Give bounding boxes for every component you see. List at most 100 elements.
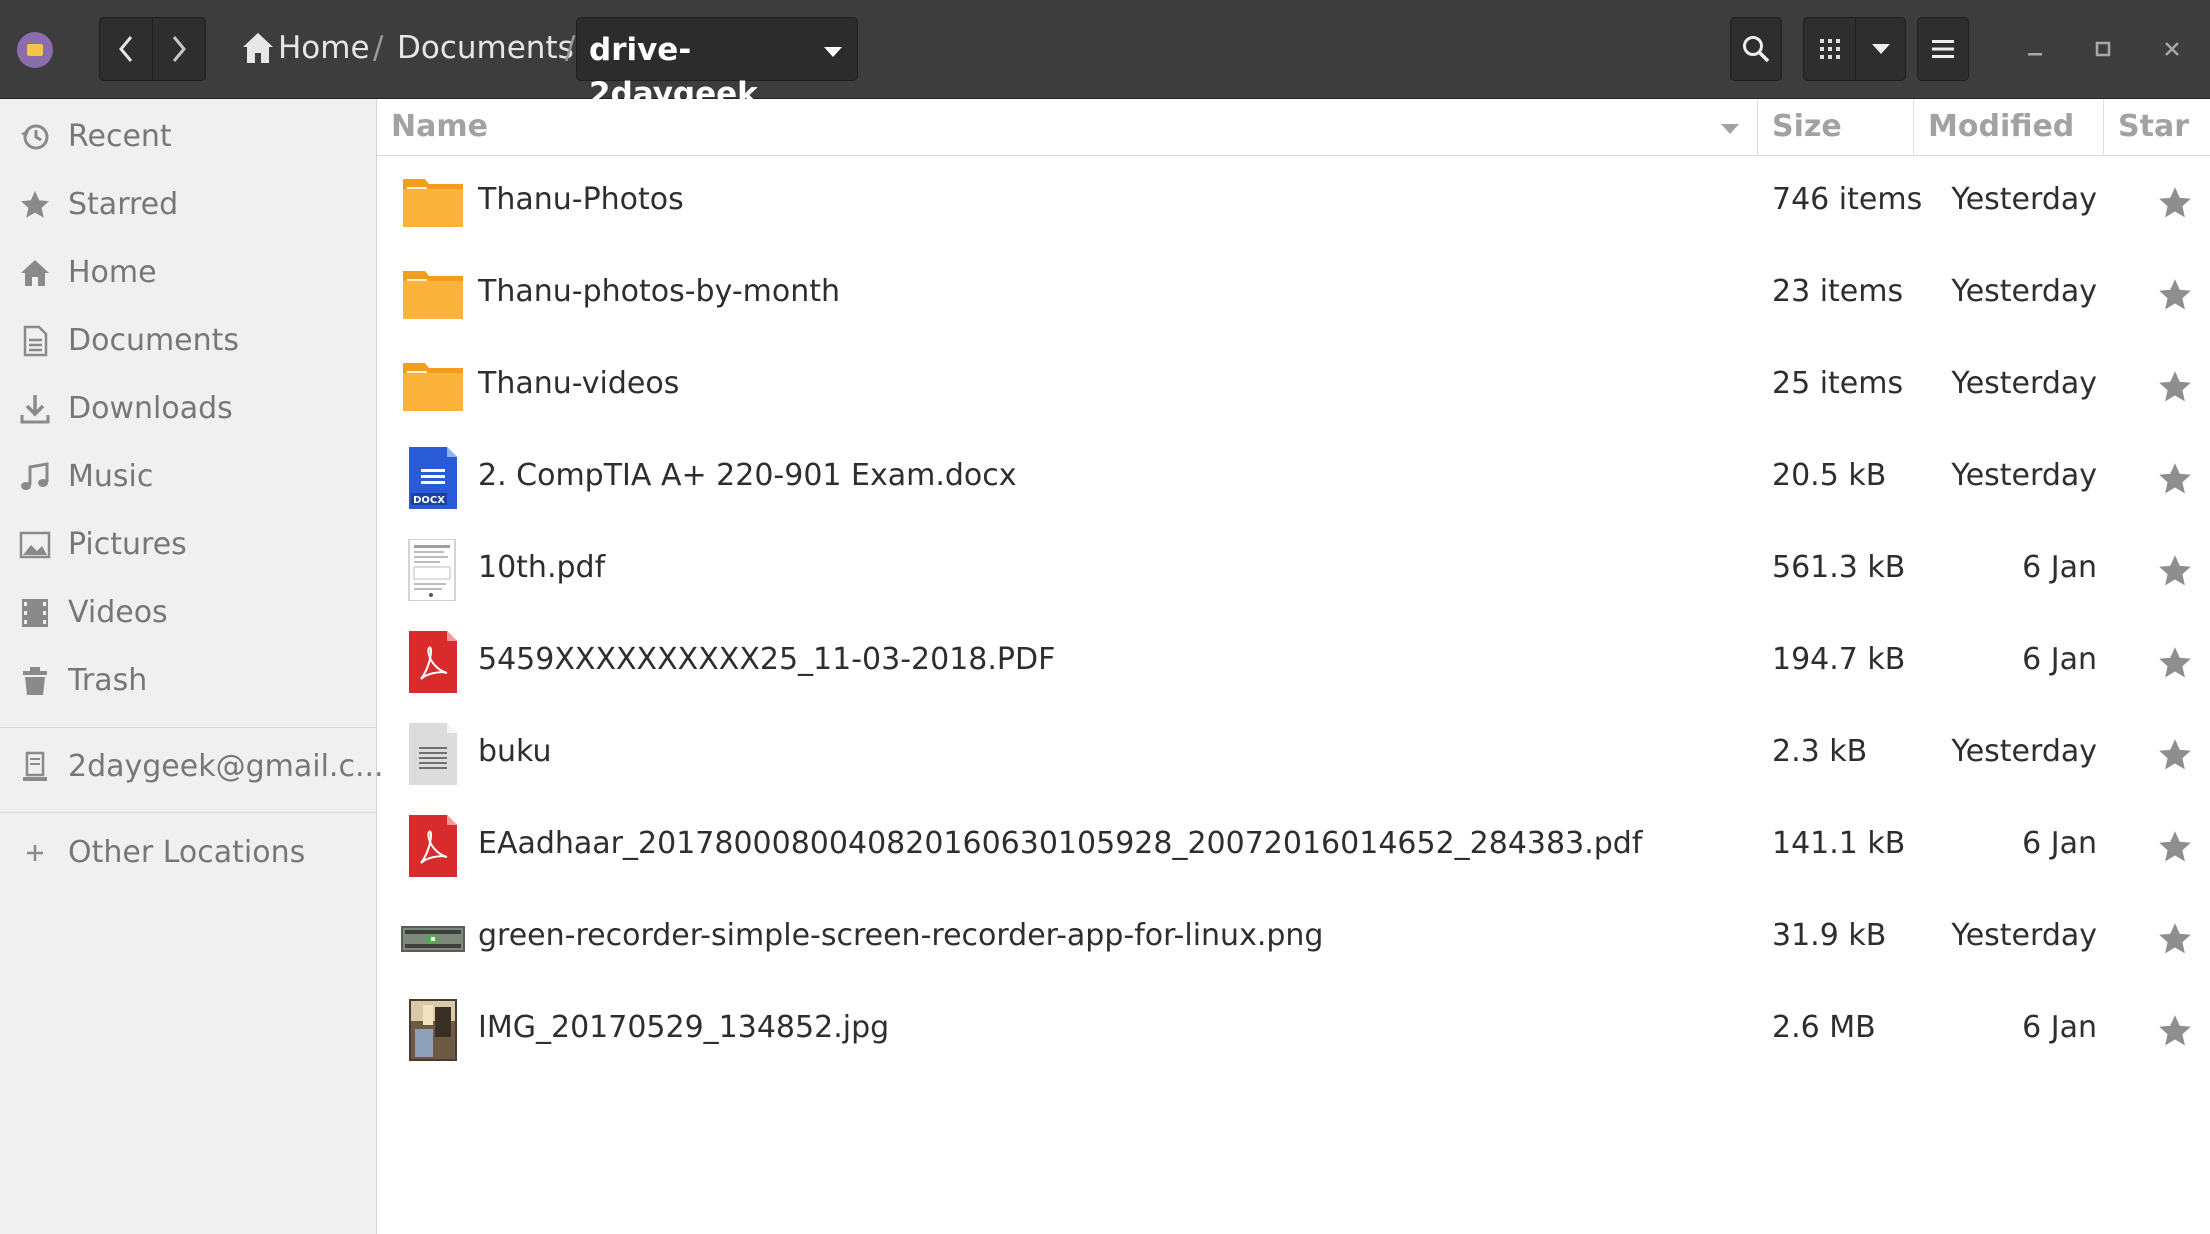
sidebar-item-account[interactable]: 2daygeek@gmail.c...	[0, 735, 384, 799]
music-icon	[21, 462, 49, 490]
sidebar-item-label: Home	[68, 255, 157, 290]
star-icon[interactable]	[2157, 461, 2193, 497]
folder-icon	[403, 271, 463, 319]
file-modified: Yesterday	[1951, 366, 2097, 401]
file-name: Thanu-videos	[478, 366, 680, 401]
file-size: 141.1 kB	[1772, 826, 1906, 861]
grid-view-button[interactable]	[1803, 17, 1856, 81]
download-icon	[20, 395, 50, 424]
table-row[interactable]: DOCX 2. CompTIA A+ 220-901 Exam.docx 20.…	[377, 431, 2210, 523]
table-row[interactable]: Thanu-photos-by-month 23 items Yesterday	[377, 247, 2210, 339]
table-row[interactable]: Thanu-videos 25 items Yesterday	[377, 339, 2210, 431]
file-size: 31.9 kB	[1772, 918, 1887, 953]
column-header-name[interactable]: Name	[391, 107, 488, 147]
sidebar-item-label: 2daygeek@gmail.c...	[68, 749, 384, 784]
sidebar-item-recent[interactable]: Recent	[0, 105, 376, 169]
sidebar-item-label: Downloads	[68, 391, 233, 426]
app-menu-icon[interactable]	[17, 32, 53, 68]
sidebar-item-home[interactable]: Home	[0, 241, 376, 305]
sidebar-item-starred[interactable]: Starred	[0, 173, 376, 237]
file-size: 25 items	[1772, 366, 1904, 401]
table-row[interactable]: 10th.pdf 561.3 kB 6 Jan	[377, 523, 2210, 615]
file-size: 23 items	[1772, 274, 1904, 309]
file-name: green-recorder-simple-screen-recorder-ap…	[478, 918, 1324, 953]
star-icon[interactable]	[2157, 829, 2193, 865]
minimize-icon	[2028, 53, 2042, 56]
hamburger-menu-icon	[1932, 40, 1954, 58]
file-size: 2.3 kB	[1772, 734, 1868, 769]
file-name: EAadhaar_2017800080040820160630105928_20…	[478, 826, 1643, 861]
star-icon[interactable]	[2157, 185, 2193, 221]
file-name: Thanu-photos-by-month	[478, 274, 841, 309]
column-header-size[interactable]: Size	[1772, 107, 1842, 147]
text-file-icon	[409, 723, 457, 785]
main-menu-button[interactable]	[1917, 17, 1969, 81]
search-icon	[1743, 36, 1770, 63]
sidebar: Recent Starred Home Documents Downloads …	[0, 99, 384, 1234]
column-divider	[1757, 99, 1758, 155]
table-row[interactable]: IMG_20170529_134852.jpg 2.6 MB 6 Jan	[377, 983, 2210, 1075]
sidebar-item-label: Documents	[68, 323, 240, 358]
column-header-star[interactable]: Star	[2118, 107, 2189, 147]
sidebar-item-label: Other Locations	[68, 835, 306, 870]
search-button[interactable]	[1730, 17, 1782, 81]
star-icon[interactable]	[2157, 921, 2193, 957]
grid-icon	[1819, 39, 1840, 59]
table-row[interactable]: green-recorder-simple-screen-recorder-ap…	[377, 891, 2210, 983]
sidebar-item-other-locations[interactable]: Other Locations	[0, 821, 376, 885]
file-size: 561.3 kB	[1772, 550, 1906, 585]
file-modified: Yesterday	[1951, 458, 2097, 493]
star-icon[interactable]	[2157, 645, 2193, 681]
home-icon	[21, 260, 49, 286]
file-size: 194.7 kB	[1772, 642, 1906, 677]
header-bar: Home / Documents / drive-2daygeek	[0, 0, 2210, 112]
sidebar-item-label: Music	[68, 459, 154, 494]
file-modified: 6 Jan	[2022, 550, 2097, 585]
sidebar-item-label: Pictures	[68, 527, 187, 562]
file-name: Thanu-Photos	[478, 182, 684, 217]
table-row[interactable]: buku 2.3 kB Yesterday	[377, 707, 2210, 799]
sidebar-item-documents[interactable]: Documents	[0, 309, 376, 373]
close-button[interactable]	[2147, 24, 2197, 74]
sidebar-item-label: Starred	[68, 187, 179, 222]
file-list: Name Size Modified Star Thanu-Photos 746…	[377, 99, 2210, 1234]
column-header-modified[interactable]: Modified	[1928, 107, 2074, 147]
sidebar-item-music[interactable]: Music	[0, 445, 376, 509]
png-thumbnail-icon	[401, 926, 465, 952]
star-icon[interactable]	[2157, 369, 2193, 405]
maximize-icon	[2095, 41, 2111, 57]
breadcrumb-documents[interactable]: Documents	[397, 26, 574, 70]
sort-descending-icon[interactable]	[1720, 123, 1740, 135]
sidebar-item-videos[interactable]: Videos	[0, 581, 376, 645]
sidebar-item-pictures[interactable]: Pictures	[0, 513, 376, 577]
chevron-left-icon	[119, 36, 133, 62]
table-row[interactable]: Thanu-Photos 746 items Yesterday	[377, 155, 2210, 247]
file-modified: 6 Jan	[2022, 826, 2097, 861]
chevron-right-icon	[172, 36, 186, 62]
minimize-button[interactable]	[2010, 24, 2060, 74]
star-icon[interactable]	[2157, 277, 2193, 313]
pdf-file-icon	[409, 815, 457, 877]
sidebar-item-trash[interactable]: Trash	[0, 649, 376, 713]
column-divider	[1913, 99, 1914, 155]
star-icon[interactable]	[2157, 1013, 2193, 1049]
file-size: 2.6 MB	[1772, 1010, 1876, 1045]
maximize-button[interactable]	[2078, 24, 2128, 74]
table-row[interactable]: EAadhaar_2017800080040820160630105928_20…	[377, 799, 2210, 891]
sidebar-item-label: Trash	[68, 663, 148, 698]
file-size: 20.5 kB	[1772, 458, 1887, 493]
breadcrumb-current-folder[interactable]: drive-2daygeek	[576, 17, 858, 112]
sidebar-divider	[0, 727, 376, 728]
star-icon[interactable]	[2157, 553, 2193, 589]
back-button[interactable]	[99, 17, 153, 81]
file-modified: Yesterday	[1951, 274, 2097, 309]
recent-icon	[21, 124, 49, 150]
svg-text:DOCX: DOCX	[413, 495, 445, 506]
star-icon[interactable]	[2157, 737, 2193, 773]
forward-button[interactable]	[152, 17, 206, 81]
view-options-button[interactable]	[1855, 17, 1906, 81]
chevron-down-icon	[1871, 44, 1890, 54]
breadcrumb-home[interactable]: Home	[278, 26, 370, 70]
table-row[interactable]: 5459XXXXXXXXXX25_11-03-2018.PDF 194.7 kB…	[377, 615, 2210, 707]
sidebar-item-downloads[interactable]: Downloads	[0, 377, 376, 441]
